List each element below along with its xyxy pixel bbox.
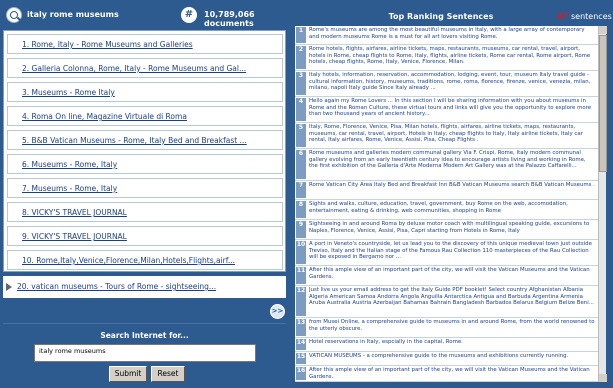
ranking-panel: Top Ranking Sentences 47 sentences 1 Rome… <box>291 3 612 385</box>
sentence-text: Hello again my Rome Lovers ... In this s… <box>309 98 592 118</box>
expand-triangle-icon[interactable] <box>6 283 12 291</box>
sentence-text: VATICAN MUSEUMS - a comprehensive guide … <box>309 353 569 359</box>
next-page-button[interactable]: >> <box>270 304 285 319</box>
sentence-text: After this ample view of an important pa… <box>309 267 590 280</box>
result-link[interactable]: 2. Galleria Colonna, Rome, Italy - Rome … <box>7 58 283 78</box>
app-window: italy rome museums # 10,789,066 document… <box>0 0 613 388</box>
results-list: 1. Rome, Italy - Rome Museums and Galler… <box>3 30 286 272</box>
sentence-number: 13 <box>296 319 306 336</box>
hash-icon: # <box>181 7 197 23</box>
search-label: Search Internet for... <box>100 331 189 340</box>
sentence-text: Hotel reservations in Italy, espcially i… <box>309 339 463 345</box>
result-link[interactable]: 1. Rome, Italy - Rome Museums and Galler… <box>7 34 283 54</box>
submit-button[interactable]: Submit <box>109 366 147 382</box>
sentence-row: 5 Italy, Rome, Florence, Venice, Pisa, Mi… <box>295 123 598 149</box>
result-link[interactable]: 7. Museums - Rome, Italy <box>7 178 283 198</box>
sentence-text: Just live us your email address to get t… <box>309 287 594 307</box>
sentence-row: 8 Sights and walks, culture, education, t… <box>295 200 598 220</box>
sentence-row: 2 Rome hotels, flights, airfares, airline… <box>295 45 598 71</box>
sentence-number: 3 <box>296 72 306 95</box>
sentence-text: Sightseeing in and around Roma by deluxe… <box>309 221 590 234</box>
sentence-number: 9 <box>296 221 306 238</box>
sentence-row: 10 A port in Veneto's countryside, let us… <box>295 240 598 266</box>
sentence-text: After this ample view of an important pa… <box>309 367 590 380</box>
sentence-number: 5 <box>296 124 306 147</box>
search-icon[interactable] <box>6 7 22 23</box>
sentence-number: 4 <box>296 98 306 121</box>
search-panel: Search Internet for... italy rome museum… <box>3 323 286 385</box>
sentence-scrollbar[interactable] <box>598 26 607 382</box>
sentence-row: 9 Sightseeing in and around Roma by delux… <box>295 220 598 240</box>
sentence-number: 16 <box>296 367 306 380</box>
more-results-row: 20. vatican museums - Tours of Rome - si… <box>3 276 286 298</box>
query-bar: italy rome museums # 10,789,066 document… <box>3 3 286 28</box>
sentence-text: Rome hotels, flights, airfares, airline … <box>309 46 591 66</box>
result-link[interactable]: 6. Museums - Rome, Italy <box>7 154 283 174</box>
sentence-number: 14 <box>296 339 306 350</box>
sentence-row: 3 Italy hotels, information, reservation,… <box>295 71 598 97</box>
result-link[interactable]: 5. B&B Vatican Museums - Rome, Italy Bed… <box>7 130 283 150</box>
sentence-number: 10 <box>296 241 306 264</box>
sentence-row: 1 Rome's museums are among the most beaut… <box>295 26 598 45</box>
sentence-text: Italy hotels, information, reservation, … <box>309 72 591 92</box>
sentence-row: 16 After this ample view of an important … <box>295 366 598 382</box>
sentence-text: Sights and walks, culture, education, tr… <box>309 201 568 214</box>
sentence-text: Italy, Rome, Florence, Venice, Pisa, Mil… <box>309 124 583 144</box>
sentence-list: 1 Rome's museums are among the most beaut… <box>295 26 598 382</box>
query-text: italy rome museums <box>27 10 119 19</box>
sentence-number: 1 <box>296 27 306 43</box>
result-link[interactable]: 10. Rome,Italy,Venice,Florence,Milan,Hot… <box>7 250 283 270</box>
document-count: 10,789,066 documents <box>204 10 255 28</box>
sentence-number: 7 <box>296 182 306 198</box>
sentence-row: 14 Hotel reservations in Italy, espcially… <box>295 338 598 352</box>
result-link[interactable]: 8. VICKY'S TRAVEL JOURNAL <box>7 202 283 222</box>
result-link[interactable]: 3. Museums - Rome Italy <box>7 82 283 102</box>
reset-button[interactable]: Reset <box>151 366 185 382</box>
result-link[interactable]: 4. Roma On line, Magazine Virtuale di Ro… <box>7 106 283 126</box>
sentence-number: 12 <box>296 287 306 316</box>
sentence-text: Rome Vatican City Area Italy Bed and Bre… <box>309 182 595 188</box>
sentence-number: 11 <box>296 267 306 284</box>
sentence-text: Rome museums and galleries modern commun… <box>309 150 586 170</box>
sentence-row: 11 After this ample view of an important … <box>295 266 598 286</box>
more-result-link[interactable]: 20. vatican museums - Tours of Rome - si… <box>17 282 216 291</box>
sentence-number: 2 <box>296 46 306 69</box>
sentence-number: 15 <box>296 353 306 364</box>
sentence-count-label: sentences <box>571 12 612 21</box>
sentence-row: 4 Hello again my Rome Lovers ... In this … <box>295 97 598 123</box>
sentence-text: from Musei Online, a comprehensive guide… <box>309 319 595 332</box>
sentence-text: A port in Veneto's countryside, let us l… <box>309 241 592 261</box>
scroll-up-icon[interactable] <box>599 26 607 34</box>
result-link[interactable]: 9. VICKY'S TRAVEL JOURNAL <box>7 226 283 246</box>
sentence-row: 12 Just live us your email address to get… <box>295 286 598 318</box>
sentence-row: 15 VATICAN MUSEUMS - a comprehensive guid… <box>295 352 598 366</box>
left-panel: italy rome museums # 10,789,066 document… <box>3 3 286 385</box>
sentence-number: 8 <box>296 201 306 218</box>
sentence-row: 6 Rome museums and galleries modern commu… <box>295 149 598 181</box>
scroll-thumb[interactable] <box>599 35 607 172</box>
sentence-row: 13 from Musei Online, a comprehensive gui… <box>295 318 598 338</box>
sentence-row: 7 Rome Vatican City Area Italy Bed and Br… <box>295 181 598 200</box>
scroll-down-icon[interactable] <box>599 374 607 382</box>
search-input[interactable]: italy rome museums <box>34 344 256 362</box>
ranking-title: Top Ranking Sentences <box>388 12 494 21</box>
sentence-number: 6 <box>296 150 306 179</box>
sentence-text: Rome's museums are among the most beauti… <box>309 27 585 40</box>
sentence-count: 47 <box>557 12 569 21</box>
